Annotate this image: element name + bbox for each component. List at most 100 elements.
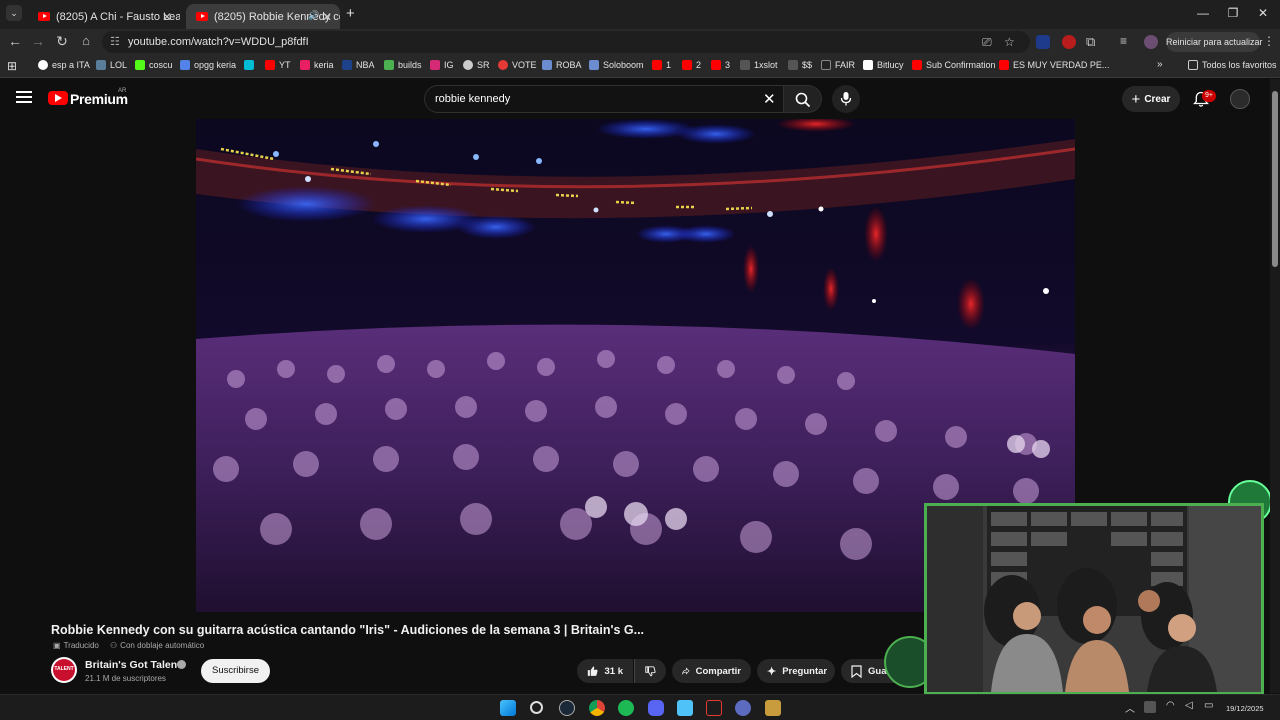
thumbs-up-icon — [587, 666, 598, 676]
bookmark-item[interactable]: VOTE — [498, 60, 537, 70]
bookmark-item[interactable]: builds — [384, 60, 422, 70]
notepad-icon[interactable] — [677, 700, 693, 716]
bookmark-item[interactable]: NBA — [342, 60, 375, 70]
like-button[interactable]: 31 k — [577, 659, 633, 683]
close-tab-icon[interactable]: ✕ — [322, 10, 332, 24]
bookmark-item[interactable]: Sub Confirmation — [912, 60, 996, 70]
bookmark-item[interactable]: $$ — [788, 60, 812, 70]
bookmark-item[interactable]: 3 — [711, 60, 730, 70]
share-arrow-icon — [682, 667, 690, 675]
apps-grid-icon[interactable]: ⊞ — [7, 59, 17, 73]
tab-active[interactable]: (8205) Robbie Kennedy con 🔊 ✕ — [186, 4, 340, 29]
channel-name-link[interactable]: Britain's Got Talent — [85, 659, 181, 671]
youtube-logo-icon[interactable] — [48, 91, 68, 105]
home-button[interactable]: ⌂ — [76, 33, 96, 48]
bookmark-item[interactable]: IG — [430, 60, 454, 70]
share-button[interactable]: Compartir — [672, 659, 751, 683]
discord-icon[interactable] — [648, 700, 664, 716]
steam-icon[interactable] — [559, 700, 575, 716]
bookmark-item[interactable]: keria — [300, 60, 334, 70]
bookmark-star-icon[interactable]: ☆ — [1004, 35, 1015, 49]
search-input[interactable]: robbie kennedy ✕ — [424, 85, 784, 113]
bookmark-item[interactable]: LOL — [96, 60, 127, 70]
search-icon — [795, 92, 811, 108]
menu-hamburger-icon[interactable] — [16, 91, 32, 103]
chrome-icon[interactable] — [589, 700, 605, 716]
bookmark-item[interactable]: 2 — [682, 60, 701, 70]
clear-search-icon[interactable]: ✕ — [763, 90, 776, 108]
opgg-icon — [180, 60, 190, 70]
address-bar[interactable]: ☷ youtube.com/watch?v=WDDU_p8fdfI ⎚ ☆ — [102, 31, 1030, 53]
youtube-icon — [999, 60, 1009, 70]
sr-icon — [463, 60, 473, 70]
restore-button[interactable]: ❐ — [1218, 6, 1248, 20]
bookmark-item[interactable]: opgg keria — [180, 60, 236, 70]
voice-search-button[interactable] — [832, 85, 860, 113]
app-icon[interactable] — [735, 700, 751, 716]
aim-icon[interactable] — [706, 700, 722, 716]
install-app-icon[interactable]: ⎚ — [982, 35, 992, 50]
bookmark-item[interactable]: FAIR — [821, 60, 855, 70]
tab-search-button[interactable]: ⌄ — [6, 5, 22, 21]
profile-avatar-icon[interactable] — [1144, 35, 1158, 49]
minimize-button[interactable]: — — [1188, 6, 1218, 20]
share-label: Compartir — [695, 665, 741, 677]
bookmark-item[interactable] — [244, 60, 258, 70]
menu-kebab-icon[interactable]: ⋮ — [1263, 34, 1275, 48]
u-icon — [244, 60, 254, 70]
bookmark-item[interactable]: ROBA — [542, 60, 582, 70]
more-bookmarks-icon[interactable]: » — [1157, 59, 1163, 70]
tray-network-icon[interactable] — [1144, 701, 1156, 713]
bookmark-item[interactable]: Soloboom — [589, 60, 644, 70]
new-tab-button[interactable]: + — [346, 5, 355, 22]
reload-button[interactable]: ↻ — [52, 33, 72, 50]
notification-count-badge: 9+ — [1202, 90, 1216, 102]
extension-icon[interactable] — [1062, 35, 1076, 49]
microphone-icon — [840, 92, 852, 106]
bookmark-item[interactable]: ES MUY VERDAD PE... — [999, 60, 1109, 70]
bookmark-item[interactable]: YT — [265, 60, 291, 70]
back-button[interactable]: ← — [5, 33, 25, 49]
tab-inactive[interactable]: (8205) A Chi - Fausto Leali - You ✕ — [28, 4, 180, 29]
page-scrollbar[interactable] — [1270, 79, 1280, 693]
g-icon — [384, 60, 394, 70]
tray-wifi-icon[interactable]: ◠ — [1166, 700, 1175, 711]
spotify-icon[interactable] — [618, 700, 634, 716]
kick-icon — [135, 60, 145, 70]
subscribe-button[interactable]: Suscribirse — [201, 659, 270, 683]
bookmark-item[interactable]: Bitlucy — [863, 60, 904, 70]
taskbar-date[interactable]: 19/12/2025 — [1226, 704, 1264, 713]
dislike-button[interactable] — [634, 659, 666, 683]
close-tab-icon[interactable]: ✕ — [162, 10, 172, 24]
tray-volume-icon[interactable]: ◁ — [1185, 700, 1193, 711]
scrollbar-thumb[interactable] — [1272, 91, 1278, 267]
translated-chip: ▣ Traducido — [53, 641, 99, 650]
search-button[interactable] — [784, 85, 822, 113]
create-button[interactable]: + Crear — [1122, 86, 1180, 112]
tray-battery-icon[interactable]: ▭ — [1204, 700, 1213, 711]
extension-icon[interactable] — [1036, 35, 1050, 49]
bookmark-item[interactable]: 1xslot — [740, 60, 778, 70]
audio-playing-icon[interactable]: 🔊 — [308, 10, 319, 21]
forward-button[interactable]: → — [28, 33, 48, 49]
close-window-button[interactable]: ✕ — [1248, 6, 1278, 20]
media-control-icon[interactable]: ≡ — [1120, 34, 1127, 48]
windows-start-icon[interactable] — [500, 700, 516, 716]
restart-to-update-button[interactable]: Reiniciar para actualizar — [1166, 32, 1263, 52]
league-icon[interactable] — [765, 700, 781, 716]
bookmark-item[interactable]: 1 — [652, 60, 671, 70]
search-icon[interactable] — [530, 701, 543, 714]
vote-icon — [498, 60, 508, 70]
site-info-icon[interactable]: ☷ — [110, 35, 120, 48]
ask-button[interactable]: ✦ Preguntar — [757, 659, 835, 683]
extensions-puzzle-icon[interactable]: ⧉ — [1086, 34, 1095, 50]
bookmark-item[interactable]: esp a ITA — [38, 60, 90, 70]
channel-avatar-text: TALENT — [54, 666, 74, 672]
all-bookmarks-folder[interactable]: Todos los favoritos — [1188, 60, 1277, 70]
bookmark-item[interactable]: SR — [463, 60, 490, 70]
account-avatar[interactable] — [1230, 89, 1250, 109]
channel-avatar[interactable]: TALENT — [51, 657, 77, 683]
tray-chevron-icon[interactable]: ︿ — [1125, 700, 1135, 715]
bookmark-item[interactable]: coscu — [135, 60, 173, 70]
youtube-icon — [265, 60, 275, 70]
